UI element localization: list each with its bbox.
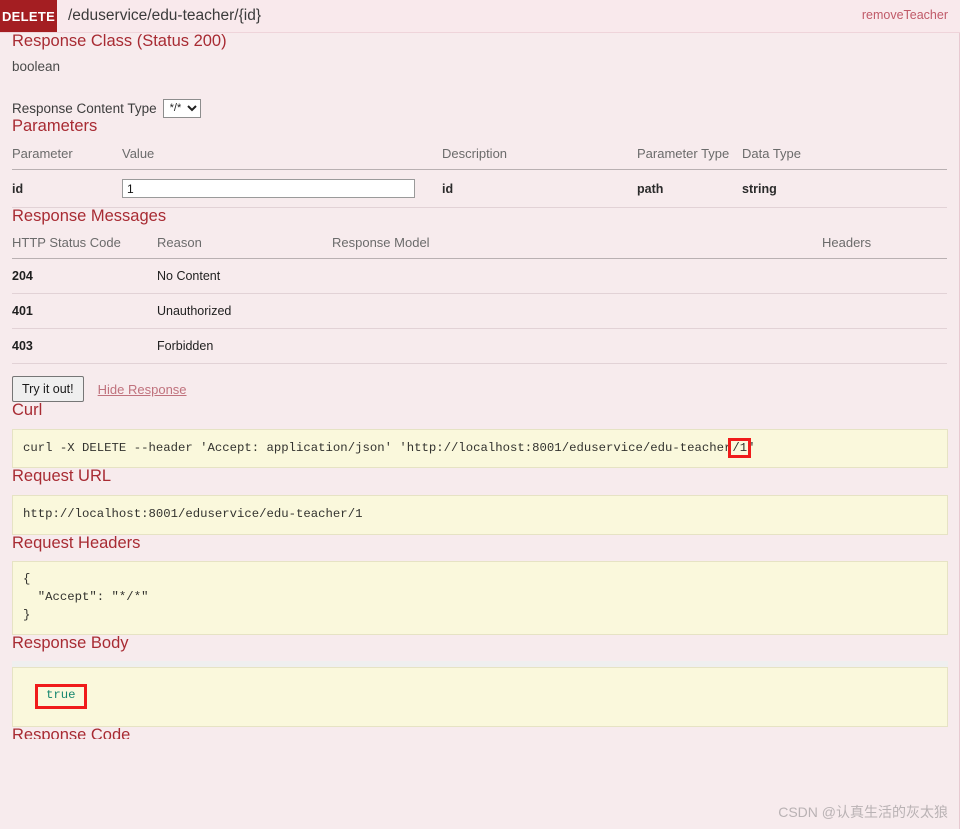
- parameters-title: Parameters: [12, 116, 98, 135]
- curl-title: Curl: [12, 401, 43, 420]
- request-url-block[interactable]: http://localhost:8001/eduservice/edu-tea…: [12, 494, 948, 535]
- response-content-type-select[interactable]: */*: [162, 98, 201, 118]
- response-reason: No Content: [157, 269, 221, 284]
- parameters-header-data-type: Data Type: [742, 146, 802, 161]
- response-body-value-highlight: true: [35, 684, 87, 709]
- response-class-type: boolean: [12, 58, 61, 74]
- response-body-wrapper: true: [12, 661, 948, 727]
- http-method-badge: DELETE: [0, 0, 57, 32]
- parameters-header-parameter-type: Parameter Type: [637, 146, 730, 161]
- parameter-description-cell: id: [442, 181, 454, 196]
- hide-response-link[interactable]: Hide Response: [98, 382, 187, 397]
- response-code-title: Response Code: [12, 726, 131, 739]
- response-model: [332, 259, 822, 294]
- curl-command-suffix: ': [748, 440, 756, 455]
- response-content-type-row: Response Content Type */*: [12, 98, 947, 118]
- parameter-data-type-cell: string: [742, 181, 777, 196]
- parameter-value-input[interactable]: [122, 179, 415, 199]
- table-row: 204 No Content: [12, 259, 947, 294]
- response-messages-header-headers: Headers: [822, 234, 872, 250]
- response-status-code: 204: [12, 269, 33, 284]
- request-headers-title: Request Headers: [12, 533, 141, 552]
- response-messages-header-model: Response Model: [332, 234, 430, 250]
- response-headers: [822, 259, 947, 294]
- response-messages-header-status: HTTP Status Code: [12, 234, 121, 250]
- curl-id-highlight: /1: [728, 437, 752, 458]
- response-messages-header-reason: Reason: [157, 234, 202, 250]
- table-row: id id path string: [12, 170, 947, 208]
- response-messages-header-row: HTTP Status Code Reason Response Model H…: [12, 235, 947, 259]
- parameter-name-cell: id: [12, 181, 24, 196]
- response-messages-title: Response Messages: [12, 207, 167, 226]
- request-headers-block[interactable]: { "Accept": "*/*" }: [12, 561, 948, 635]
- parameters-header-description: Description: [442, 146, 508, 161]
- response-model: [332, 329, 822, 364]
- operation-path: /eduservice/edu-teacher/{id}: [68, 7, 262, 24]
- table-row: 403 Forbidden: [12, 329, 947, 364]
- operation-header[interactable]: DELETE /eduservice/edu-teacher/{id} remo…: [0, 0, 960, 33]
- response-body-block[interactable]: true: [12, 667, 948, 727]
- csdn-watermark: CSDN @认真生活的灰太狼: [778, 804, 948, 820]
- response-status-code: 403: [12, 339, 33, 354]
- actions-row: Try it out! Hide Response: [12, 376, 947, 403]
- response-messages-table: HTTP Status Code Reason Response Model H…: [12, 235, 947, 364]
- operation-nickname-link[interactable]: removeTeacher: [862, 8, 948, 22]
- parameters-table: Parameter Value Description Parameter Ty…: [12, 146, 947, 208]
- parameter-type-cell: path: [637, 181, 664, 196]
- parameters-header-parameter: Parameter: [12, 146, 73, 161]
- response-headers: [822, 294, 947, 329]
- curl-command-prefix: curl -X DELETE --header 'Accept: applica…: [23, 440, 732, 455]
- response-reason: Unauthorized: [157, 304, 232, 319]
- try-it-out-button[interactable]: Try it out!: [12, 376, 84, 403]
- parameters-header-row: Parameter Value Description Parameter Ty…: [12, 146, 947, 170]
- response-headers: [822, 329, 947, 364]
- response-status-code: 401: [12, 304, 33, 319]
- response-model: [332, 294, 822, 329]
- parameters-header-value: Value: [122, 146, 155, 161]
- response-reason: Forbidden: [157, 339, 214, 354]
- parameter-value-cell: [122, 170, 442, 208]
- operation-content: Response Class (Status 200) boolean Resp…: [0, 33, 960, 829]
- table-row: 401 Unauthorized: [12, 294, 947, 329]
- curl-command-block[interactable]: curl -X DELETE --header 'Accept: applica…: [12, 428, 948, 469]
- response-content-type-label: Response Content Type: [12, 100, 157, 116]
- response-body-title: Response Body: [12, 633, 129, 652]
- request-url-title: Request URL: [12, 467, 112, 486]
- response-class-title: Response Class (Status 200): [12, 32, 227, 50]
